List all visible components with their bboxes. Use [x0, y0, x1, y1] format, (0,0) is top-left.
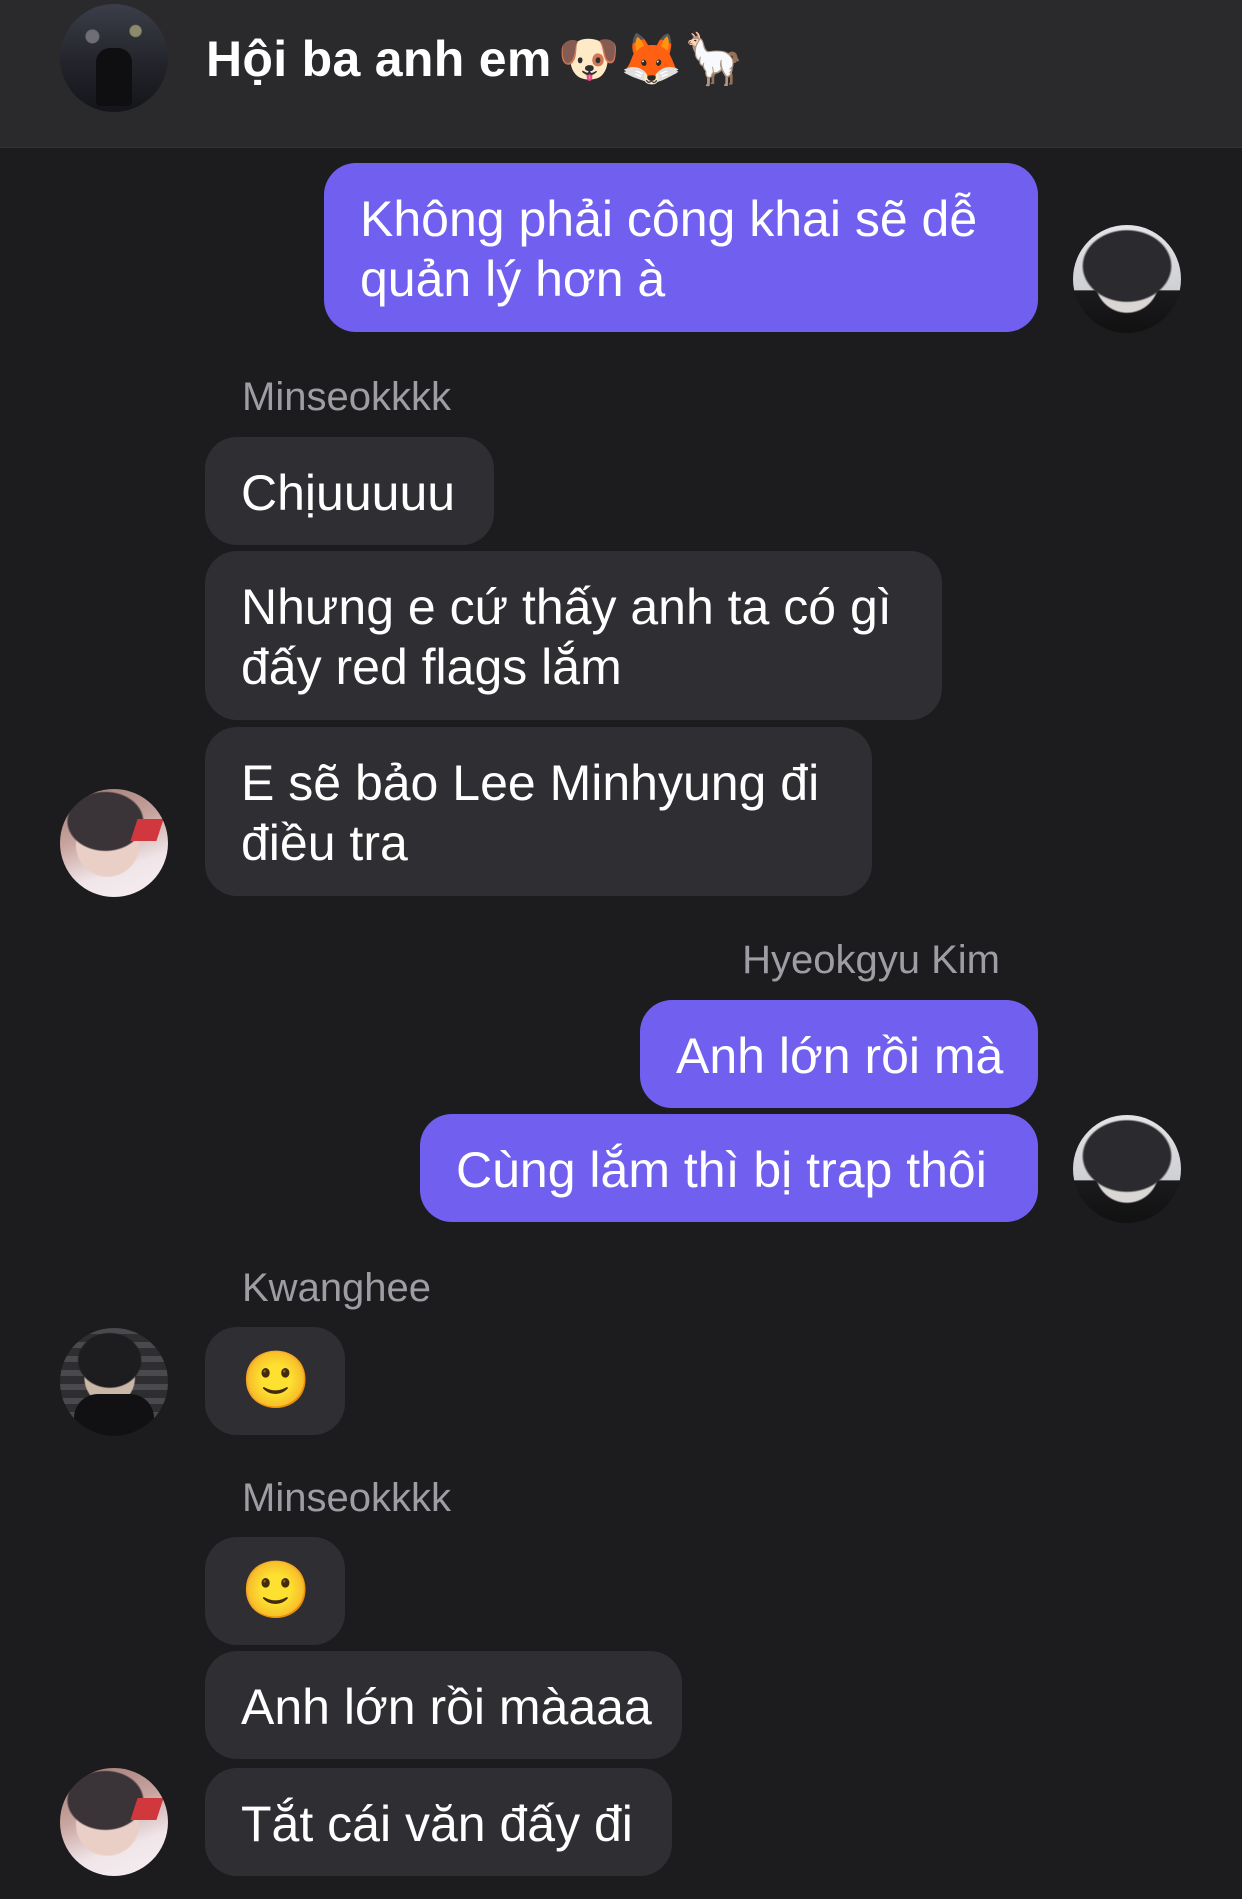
message-text-line: Tắt cái văn đấy đi [241, 1796, 633, 1852]
message-text-line: điều tra [241, 815, 408, 871]
sender-name: Minseokkkk [242, 1476, 451, 1520]
message-bubble-incoming[interactable]: Nhưng e cứ thấy anh ta có gì đấy red fla… [205, 551, 942, 720]
message-bubble-incoming[interactable]: 🙂 [205, 1327, 345, 1435]
message-text-line: Không phải công khai sẽ dễ [360, 191, 978, 247]
message-bubble-incoming[interactable]: E sẽ bảo Lee Minhyung đi điều tra [205, 727, 872, 896]
avatar-self[interactable] [1073, 1115, 1181, 1223]
group-emojis: 🐶🦊🦙 [557, 30, 746, 88]
chat-header: Hội ba anh em 🐶🦊🦙 [0, 0, 1242, 148]
message-text-line: Nhưng e cứ thấy anh ta có gì [241, 579, 892, 635]
message-text-line: Cùng lắm thì bị trap thôi [456, 1142, 987, 1198]
sender-name: Kwanghee [242, 1266, 432, 1310]
group-name: Hội ba anh em [206, 31, 552, 87]
sender-name: Hyeokgyu Kim [742, 938, 1000, 982]
avatar-minseokkkk[interactable] [60, 1768, 168, 1876]
message-text-line: quản lý hơn à [360, 251, 666, 307]
message-bubble-incoming[interactable]: Anh lớn rồi màaaa [205, 1651, 682, 1759]
message-bubble-incoming[interactable]: Tắt cái văn đấy đi [205, 1768, 672, 1876]
message-text-line: Anh lớn rồi màaaa [241, 1679, 652, 1735]
message-bubble-outgoing[interactable]: Không phải công khai sẽ dễ quản lý hơn à [324, 163, 1038, 332]
message-bubble-outgoing[interactable]: Anh lớn rồi mà [640, 1000, 1038, 1108]
message-text-line: Chịuuuuu [241, 465, 456, 521]
message-bubble-outgoing[interactable]: Cùng lắm thì bị trap thôi [420, 1114, 1038, 1222]
message-bubble-incoming[interactable]: Chịuuuuu [205, 437, 494, 545]
slightly-smiling-face-icon: 🙂 [241, 1558, 311, 1623]
avatar-minseokkkk[interactable] [60, 789, 168, 897]
avatar-kwanghee[interactable] [60, 1328, 168, 1436]
group-title[interactable]: Hội ba anh em 🐶🦊🦙 [206, 30, 745, 89]
sender-name: Minseokkkk [242, 375, 451, 419]
message-text-line: E sẽ bảo Lee Minhyung đi [241, 755, 820, 811]
slightly-smiling-face-icon: 🙂 [241, 1348, 311, 1413]
message-text-line: đấy red flags lắm [241, 639, 622, 695]
message-text-line: Anh lớn rồi mà [676, 1028, 1004, 1084]
message-bubble-incoming[interactable]: 🙂 [205, 1537, 345, 1645]
group-avatar[interactable] [60, 4, 168, 112]
avatar-self[interactable] [1073, 225, 1181, 333]
